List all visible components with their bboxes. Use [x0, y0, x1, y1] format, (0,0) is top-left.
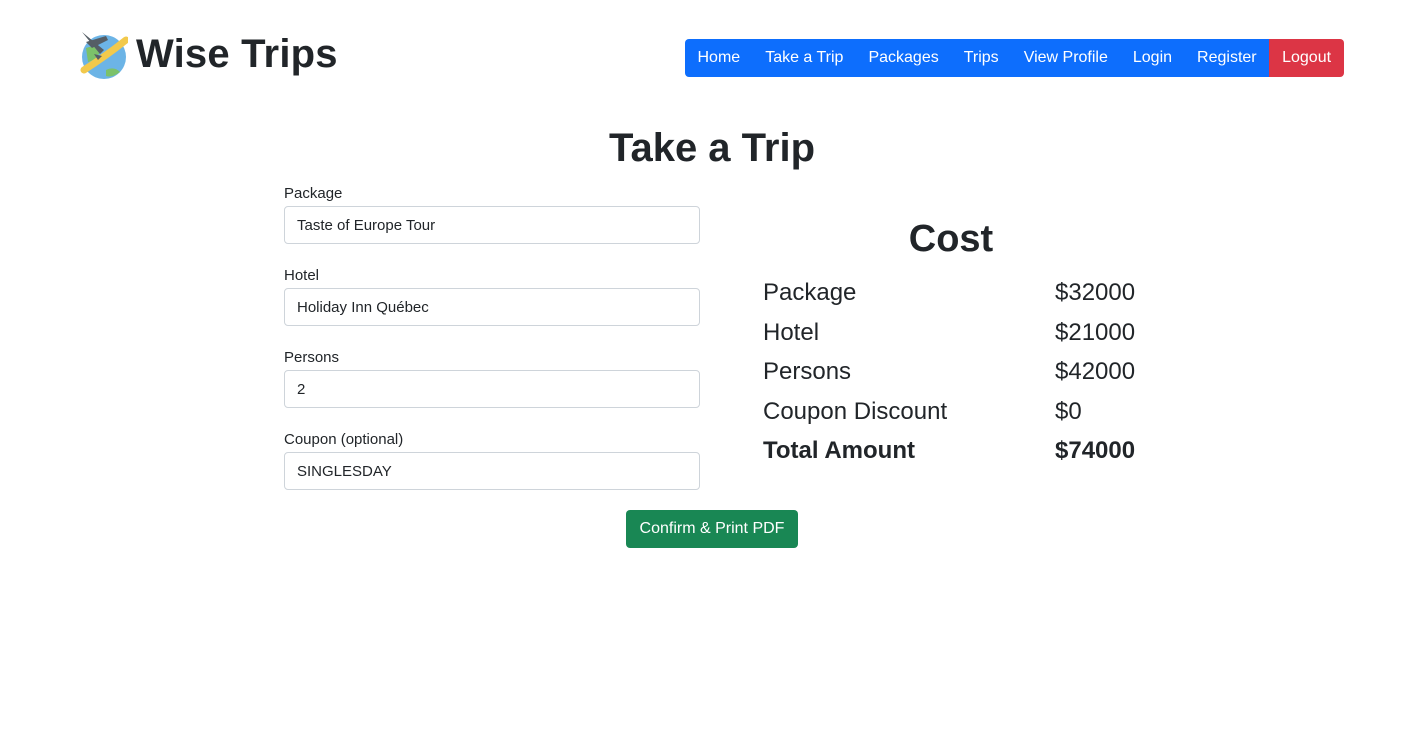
coupon-label: Coupon (optional): [284, 431, 404, 448]
nav-take-a-trip[interactable]: Take a Trip: [752, 39, 856, 77]
cost-label: Package: [763, 279, 857, 306]
cost-value: $0: [1055, 397, 1082, 425]
hotel-label: Hotel: [284, 267, 320, 284]
cost-summary: Package $32000 Hotel $21000 Persons $420…: [763, 276, 1183, 474]
nav-trips[interactable]: Trips: [951, 39, 1012, 77]
header: Wise Trips Home Take a Trip Packages Tri…: [0, 0, 1424, 100]
cost-title: Cost: [908, 218, 994, 260]
globe-airplane-icon: [80, 32, 128, 79]
confirm-print-pdf-button[interactable]: Confirm & Print PDF: [626, 510, 798, 548]
cost-value: $21000: [1055, 318, 1136, 346]
persons-input[interactable]: [284, 370, 700, 408]
main-nav: Home Take a Trip Packages Trips View Pro…: [685, 39, 1345, 77]
hotel-field: Hotel: [284, 266, 700, 326]
package-input[interactable]: [284, 206, 700, 244]
cost-label: Persons: [763, 358, 852, 385]
cost-label: Hotel: [763, 318, 820, 346]
brand-title: Wise Trips: [136, 31, 338, 76]
nav-packages[interactable]: Packages: [855, 39, 952, 77]
cost-row-coupon-discount: Coupon Discount $0: [763, 395, 1183, 435]
nav-register[interactable]: Register: [1184, 39, 1270, 77]
cost-row-package: Package $32000: [763, 276, 1183, 316]
total-label: Total Amount: [763, 437, 915, 464]
brand[interactable]: Wise Trips: [76, 26, 338, 82]
cost-row-hotel: Hotel $21000: [763, 316, 1183, 356]
cost-row-persons: Persons $42000: [763, 355, 1183, 395]
persons-field: Persons: [284, 348, 700, 408]
page-title: Take a Trip: [608, 126, 815, 170]
coupon-field: Coupon (optional): [284, 430, 700, 490]
package-field: Package: [284, 184, 700, 244]
coupon-input[interactable]: [284, 452, 700, 490]
total-value: $74000: [1055, 437, 1136, 464]
hotel-input[interactable]: [284, 288, 700, 326]
logout-button[interactable]: Logout: [1269, 39, 1345, 77]
cost-value: $32000: [1055, 279, 1136, 306]
cost-label: Coupon Discount: [763, 397, 948, 425]
nav-home[interactable]: Home: [685, 39, 753, 77]
cost-value: $42000: [1055, 358, 1136, 385]
cost-row-total: Total Amount $74000: [763, 434, 1183, 474]
nav-view-profile[interactable]: View Profile: [1011, 39, 1121, 77]
persons-label: Persons: [284, 349, 340, 366]
nav-login[interactable]: Login: [1120, 39, 1185, 77]
package-label: Package: [284, 185, 343, 202]
